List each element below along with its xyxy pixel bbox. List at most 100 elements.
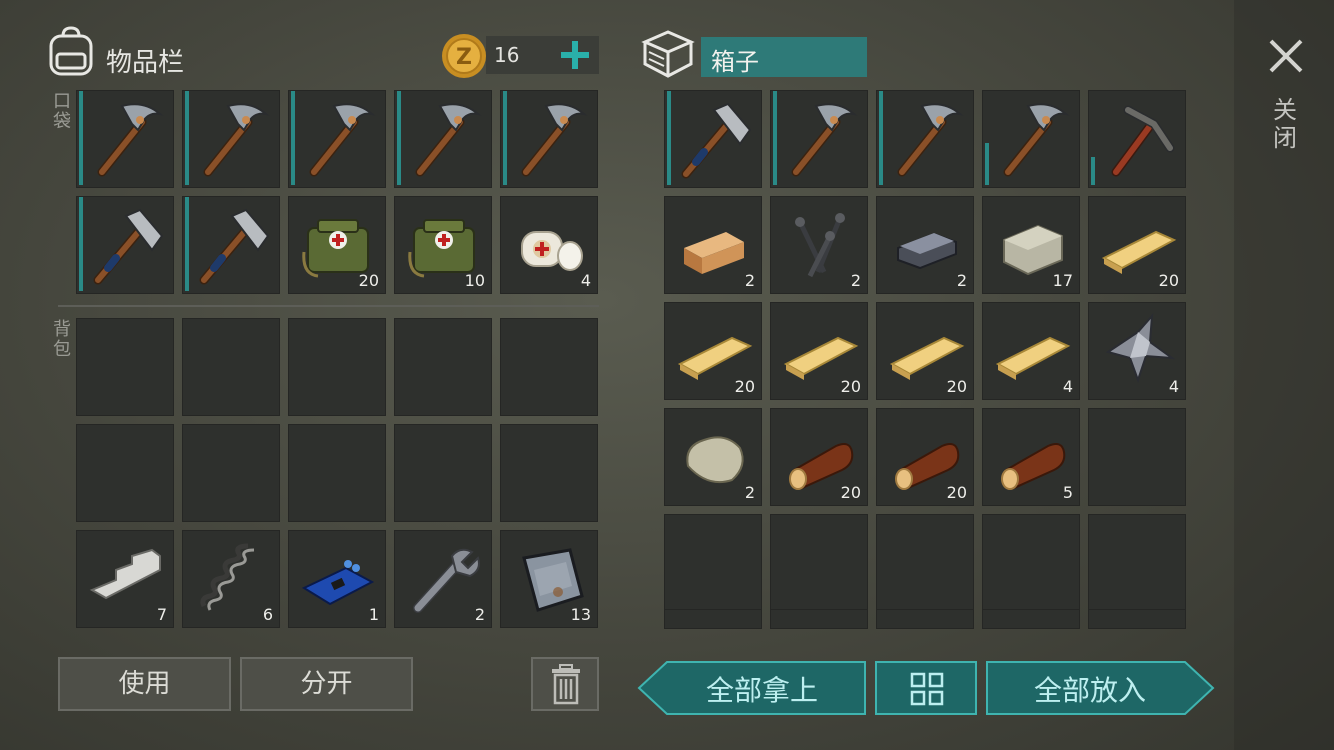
box-slot[interactable]: 20 [770, 408, 868, 506]
box-slot[interactable] [664, 514, 762, 612]
backpack-slot[interactable] [76, 424, 174, 522]
log-icon [1001, 443, 1066, 490]
box-slot[interactable] [1088, 408, 1186, 506]
box-slot[interactable] [1088, 514, 1186, 612]
box-slot[interactable]: 20 [1088, 196, 1186, 294]
box-slot[interactable]: 20 [876, 408, 974, 506]
backpack-slot[interactable]: 2 [394, 530, 492, 628]
pocket-slot[interactable] [182, 196, 280, 294]
box-slot[interactable]: 5 [982, 408, 1080, 506]
sort-button[interactable] [875, 661, 977, 715]
box-slot[interactable] [982, 514, 1080, 612]
box-slot[interactable] [876, 514, 974, 612]
item-count: 4 [1062, 377, 1073, 396]
use-label: 使用 [118, 669, 171, 699]
split-button[interactable]: 分开 [240, 657, 413, 711]
pickaxe-icon [1003, 103, 1070, 177]
durability-bar [503, 91, 507, 185]
box-slot[interactable]: 2 [770, 196, 868, 294]
backpack-slot[interactable] [182, 318, 280, 416]
pocket-slot[interactable] [76, 196, 174, 294]
backpack-slot[interactable] [500, 318, 598, 416]
trash-icon [552, 664, 580, 705]
pickaxe-icon [309, 103, 376, 177]
durability-bar [985, 143, 989, 185]
axe-icon [199, 208, 270, 285]
backpack-slot[interactable]: 7 [76, 530, 174, 628]
close-icon [1269, 39, 1303, 73]
backpack-slot[interactable] [76, 318, 174, 416]
backpack-slot[interactable] [288, 318, 386, 416]
item-count: 20 [946, 483, 967, 502]
item-count: 20 [840, 483, 861, 502]
backpack-slot[interactable]: 1 [288, 530, 386, 628]
box-slot[interactable]: 2 [664, 408, 762, 506]
stone-icon [686, 436, 744, 484]
box-slot[interactable]: 20 [664, 302, 762, 400]
pocket-slot[interactable] [288, 90, 386, 188]
box-icon [641, 28, 695, 80]
durability-bar [397, 91, 401, 185]
axe-icon [93, 208, 164, 285]
pickaxe-icon [521, 103, 588, 177]
backpack-slot[interactable] [394, 318, 492, 416]
put-all-button[interactable]: 全部放入 [985, 660, 1215, 716]
item-count: 2 [850, 271, 861, 290]
box-slot[interactable] [770, 90, 868, 188]
pocket-slot[interactable]: 10 [394, 196, 492, 294]
box-title: 箱子 [711, 48, 759, 76]
box-slot[interactable]: 20 [770, 302, 868, 400]
box-slot[interactable]: 20 [876, 302, 974, 400]
pickaxe-icon [97, 103, 164, 177]
durability-bar [879, 91, 883, 185]
pocket-slot[interactable] [182, 90, 280, 188]
box-title-field[interactable]: 箱子 [701, 37, 867, 77]
pocket-slot[interactable] [76, 90, 174, 188]
box-slot[interactable]: 2 [876, 196, 974, 294]
backpack-label: 背包 [53, 319, 71, 360]
pocket-slot[interactable] [500, 90, 598, 188]
close-button[interactable]: 关闭 [1234, 0, 1334, 750]
iron-pickaxe-icon [1111, 105, 1175, 177]
inventory-title: 物品栏 [106, 48, 185, 78]
durability-bar [773, 91, 777, 185]
box-slot[interactable] [982, 90, 1080, 188]
pocket-slot[interactable]: 4 [500, 196, 598, 294]
box-slot[interactable]: 4 [982, 302, 1080, 400]
box-slot[interactable] [1088, 90, 1186, 188]
box-slot[interactable]: 17 [982, 196, 1080, 294]
spring-icon [200, 543, 255, 611]
plank-block-icon [684, 232, 744, 274]
close-label: 关闭 [1273, 96, 1297, 152]
item-count: 10 [464, 271, 485, 290]
iron-ingot-icon [897, 232, 957, 270]
backpack-slot[interactable]: 6 [182, 530, 280, 628]
use-button[interactable]: 使用 [58, 657, 231, 711]
box-slot[interactable] [664, 90, 762, 188]
add-coins-button[interactable] [556, 36, 594, 74]
backpack-slot[interactable] [288, 424, 386, 522]
box-grid-overflow-row [664, 609, 1188, 629]
plus-icon [561, 41, 589, 69]
item-count: 13 [570, 605, 591, 624]
box-slot[interactable] [876, 90, 974, 188]
box-slot[interactable]: 4 [1088, 302, 1186, 400]
backpack-slot[interactable] [394, 424, 492, 522]
backpack-slot[interactable] [182, 424, 280, 522]
item-count: 2 [956, 271, 967, 290]
pickaxe-icon [415, 103, 482, 177]
item-count: 2 [744, 271, 755, 290]
durability-bar [185, 197, 189, 291]
take-all-button[interactable]: 全部拿上 [637, 660, 867, 716]
aluminum-ingot-icon [89, 548, 161, 600]
pocket-slot[interactable] [394, 90, 492, 188]
box-slot[interactable] [770, 514, 868, 612]
durability-bar [1091, 157, 1095, 185]
box-slot[interactable]: 2 [664, 196, 762, 294]
trash-button[interactable] [531, 657, 599, 711]
pocket-slot[interactable]: 20 [288, 196, 386, 294]
item-count: 2 [474, 605, 485, 624]
backpack-slot[interactable] [500, 424, 598, 522]
item-count: 20 [946, 377, 967, 396]
backpack-slot[interactable]: 13 [500, 530, 598, 628]
